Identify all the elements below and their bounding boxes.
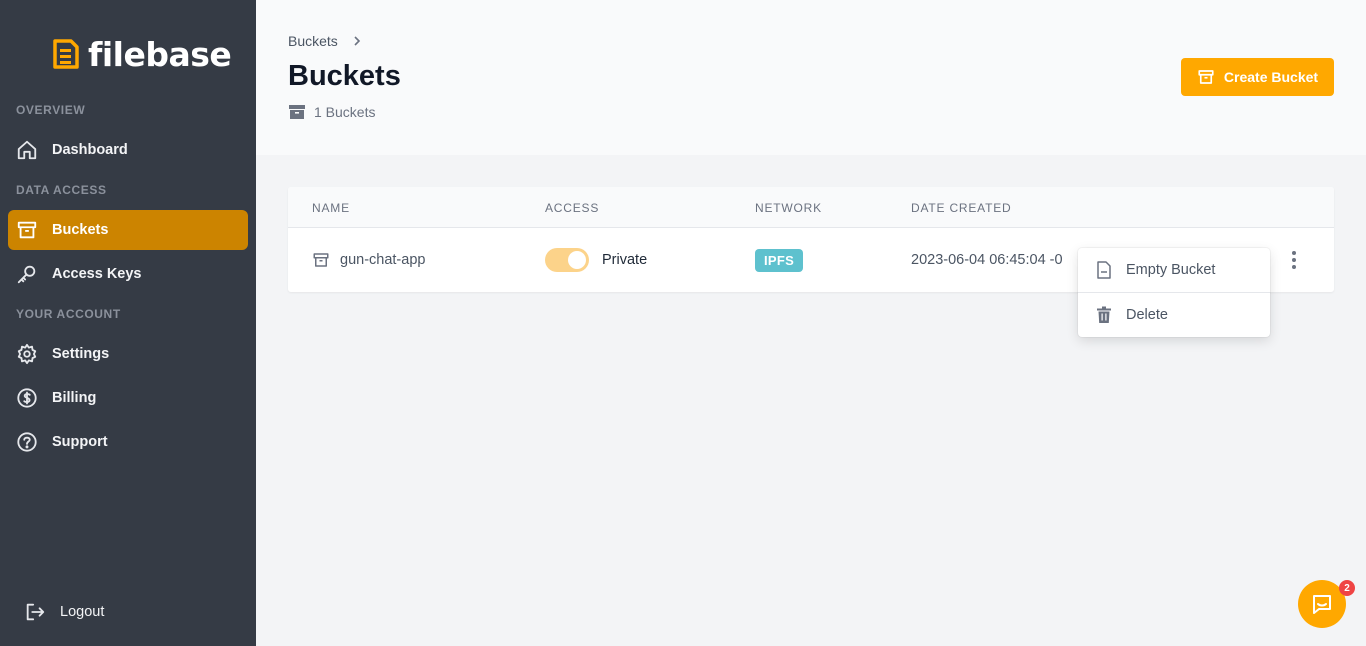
- archive-icon: [17, 221, 37, 239]
- delete-menu-item[interactable]: Delete: [1078, 293, 1270, 337]
- document-icon: [1097, 261, 1111, 279]
- sidebar-item-access-keys[interactable]: Access Keys: [8, 254, 248, 294]
- access-toggle[interactable]: [545, 248, 589, 272]
- chevron-right-icon: [354, 36, 360, 46]
- home-icon: [17, 140, 37, 160]
- date-created: 2023-06-04 06:45:04 -0: [911, 252, 1063, 268]
- access-label: Private: [602, 252, 648, 268]
- row-actions-dropdown: Empty Bucket Delete: [1078, 248, 1270, 337]
- delete-label: Delete: [1126, 307, 1168, 323]
- bucket-name-cell[interactable]: gun-chat-app: [312, 228, 425, 292]
- empty-bucket-menu-item[interactable]: Empty Bucket: [1078, 248, 1270, 292]
- archive-icon: [289, 105, 305, 119]
- filebase-logo-icon: [53, 39, 79, 69]
- sidebar-item-buckets[interactable]: Buckets: [8, 210, 248, 250]
- brand-name: filebase: [88, 34, 232, 74]
- empty-bucket-label: Empty Bucket: [1126, 262, 1216, 278]
- date-created-cell: 2023-06-04 06:45:04 -0: [911, 228, 1077, 292]
- table-header: NAME ACCESS NETWORK DATE CREATED: [288, 187, 1334, 228]
- archive-icon: [1198, 70, 1214, 84]
- sidebar-item-dashboard[interactable]: Dashboard: [8, 130, 248, 170]
- row-actions-menu-button[interactable]: [1282, 248, 1306, 272]
- gear-icon: [17, 343, 37, 365]
- network-cell: IPFS: [755, 228, 804, 292]
- sidebar-item-label: Buckets: [52, 222, 109, 238]
- logout-button[interactable]: Logout: [16, 592, 248, 632]
- page-header: Buckets Buckets 1 Buckets Create Bucket: [256, 0, 1366, 155]
- section-data-access: DATA ACCESS: [16, 183, 107, 197]
- sidebar-item-label: Support: [52, 434, 108, 450]
- kebab-dot: [1292, 265, 1296, 269]
- sidebar-item-settings[interactable]: Settings: [8, 334, 248, 374]
- network-badge: IPFS: [755, 248, 804, 272]
- sidebar-item-label: Dashboard: [52, 142, 128, 158]
- chat-notification-badge: 2: [1339, 580, 1355, 596]
- column-access: ACCESS: [545, 201, 600, 215]
- kebab-dot: [1292, 251, 1296, 255]
- breadcrumb-buckets[interactable]: Buckets: [288, 33, 338, 49]
- access-cell: Private: [545, 228, 647, 292]
- column-network: NETWORK: [755, 201, 822, 215]
- bucket-count-label: 1 Buckets: [314, 104, 376, 120]
- breadcrumb: Buckets: [288, 33, 362, 49]
- page-title: Buckets: [288, 60, 401, 92]
- question-icon: [17, 432, 37, 452]
- logout-icon: [26, 603, 45, 621]
- create-bucket-label: Create Bucket: [1223, 69, 1319, 85]
- sidebar: filebase OVERVIEW Dashboard DATA ACCESS …: [0, 0, 256, 646]
- sidebar-item-label: Access Keys: [52, 266, 142, 282]
- section-your-account: YOUR ACCOUNT: [16, 307, 121, 321]
- sidebar-item-support[interactable]: Support: [8, 422, 248, 462]
- trash-icon: [1097, 306, 1111, 323]
- sidebar-item-label: Billing: [52, 390, 97, 406]
- sidebar-item-billing[interactable]: Billing: [8, 378, 248, 418]
- archive-icon: [313, 253, 329, 267]
- key-icon: [17, 265, 36, 284]
- kebab-dot: [1292, 258, 1296, 262]
- sidebar-item-label: Settings: [52, 346, 110, 362]
- dollar-icon: [17, 388, 37, 408]
- bucket-count: 1 Buckets: [288, 104, 375, 120]
- column-name: NAME: [312, 201, 350, 215]
- chat-icon: [1313, 595, 1331, 614]
- toggle-knob: [568, 251, 586, 269]
- bucket-name[interactable]: gun-chat-app: [340, 252, 425, 268]
- filebase-logo[interactable]: filebase: [50, 34, 232, 74]
- logout-label: Logout: [60, 604, 105, 620]
- column-date-created: DATE CREATED: [911, 201, 1012, 215]
- section-overview: OVERVIEW: [16, 103, 86, 117]
- create-bucket-button[interactable]: Create Bucket: [1181, 58, 1334, 96]
